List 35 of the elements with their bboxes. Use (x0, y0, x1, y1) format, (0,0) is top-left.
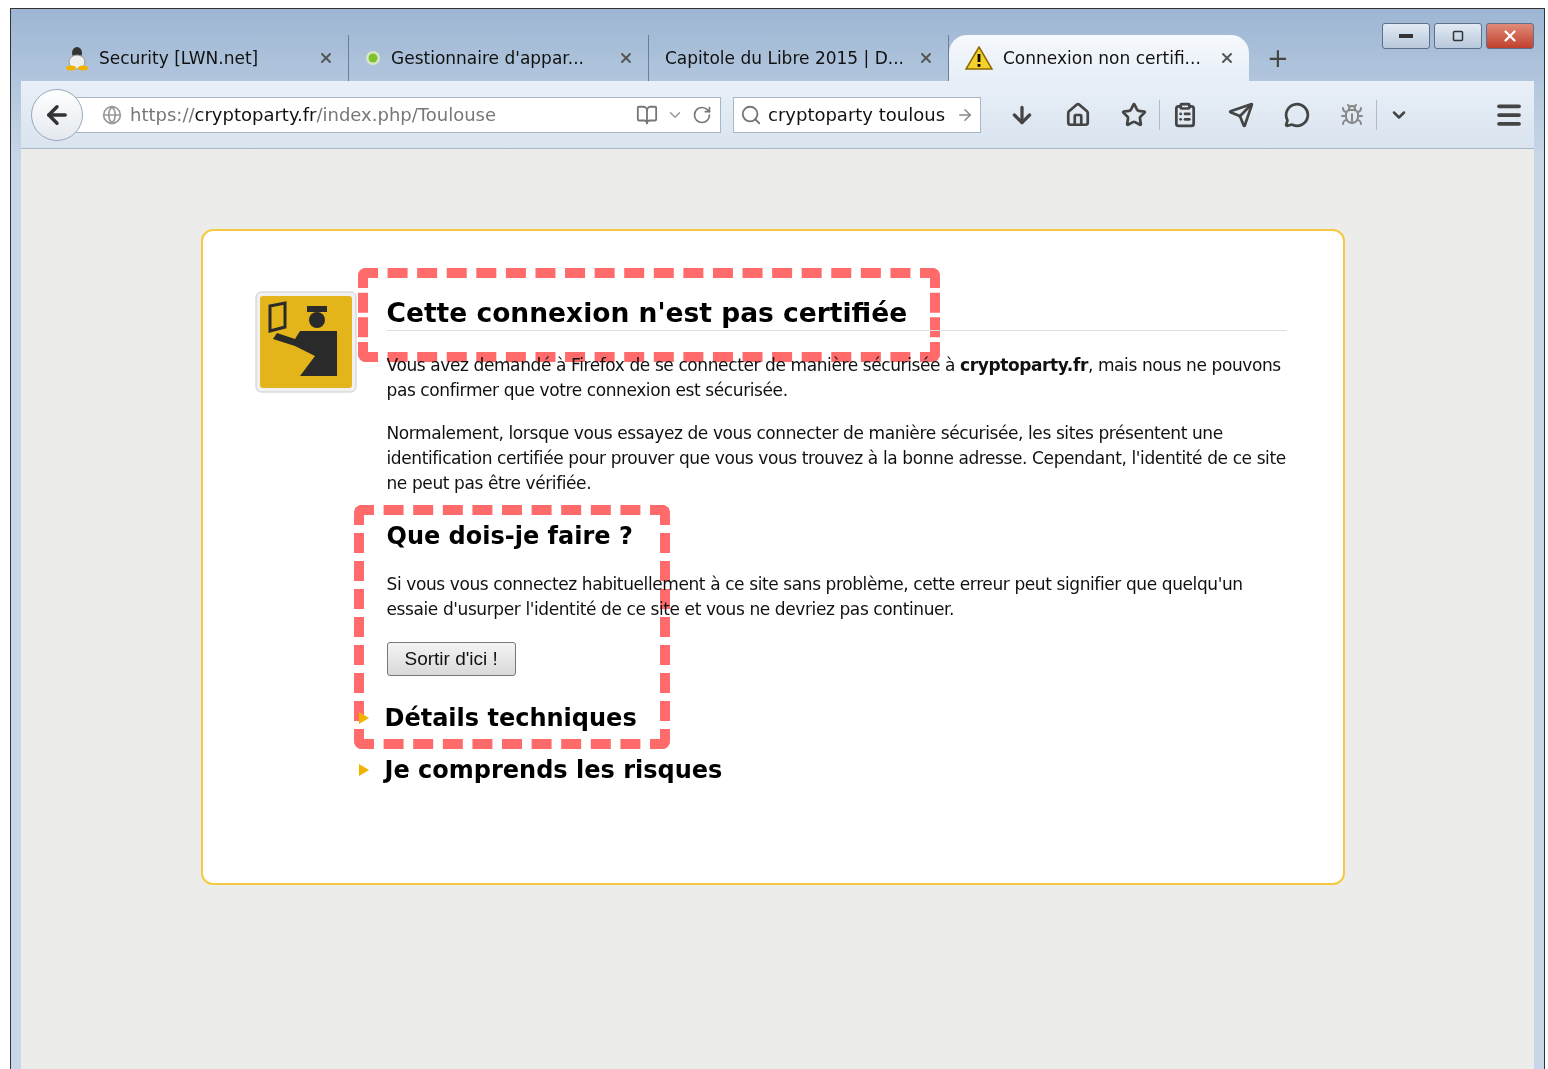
globe-icon (102, 104, 122, 125)
get-out-button[interactable]: Sortir d'ici ! (386, 642, 516, 676)
close-icon[interactable] (1219, 50, 1235, 66)
close-icon (1501, 27, 1519, 45)
chat-bubble-icon[interactable] (1284, 101, 1310, 128)
officer-icon (254, 291, 357, 393)
reload-icon[interactable] (692, 104, 712, 125)
search-field[interactable]: cryptoparty toulous (733, 96, 981, 133)
status-dot-icon (365, 50, 381, 66)
close-icon[interactable] (318, 50, 334, 66)
penguin-icon (65, 45, 89, 71)
expander[interactable]: Détails techniques (356, 704, 1287, 732)
new-tab-button[interactable]: + (1249, 43, 1307, 81)
paragraph: Si vous vous connectez habituellement à ce site sans problème, cette erreur peut signifier que quelqu'un essaie d'usurper l'identité de ce site et vous ne devriez pas continuer. (386, 573, 1244, 621)
maximize-icon (1452, 30, 1464, 42)
paragraph: Normalement, lorsque vous essayez de vous connecter de manière sécurisée, les sites présentent une identification certifiée pour prouver que vous vous trouvez à la bonne adresse. Cependant, l'identité de ce site ne peut pas être vérifiée. (386, 422, 1287, 495)
minimize-button[interactable] (1382, 23, 1430, 49)
maximize-button[interactable] (1434, 23, 1482, 49)
section-heading: Que dois-je faire ? (386, 522, 634, 550)
home-icon[interactable] (1065, 101, 1091, 128)
page-title: Cette connexion n'est pas certifiée (386, 291, 1287, 331)
close-icon[interactable] (918, 50, 934, 66)
browser-tab[interactable]: Connexion non certifi... (949, 35, 1249, 81)
search-icon (740, 103, 762, 126)
clipboard-icon[interactable] (1172, 101, 1198, 128)
expander[interactable]: Je comprends les risques (356, 756, 1287, 784)
paper-plane-icon[interactable] (1228, 101, 1254, 128)
bug-icon[interactable] (1340, 102, 1364, 127)
warning-icon (965, 46, 993, 70)
back-button[interactable] (31, 88, 83, 141)
close-icon[interactable] (618, 50, 634, 66)
minimize-icon (1399, 34, 1413, 38)
reader-icon[interactable] (636, 103, 658, 126)
star-icon[interactable] (1121, 101, 1147, 128)
close-button[interactable] (1486, 23, 1534, 49)
